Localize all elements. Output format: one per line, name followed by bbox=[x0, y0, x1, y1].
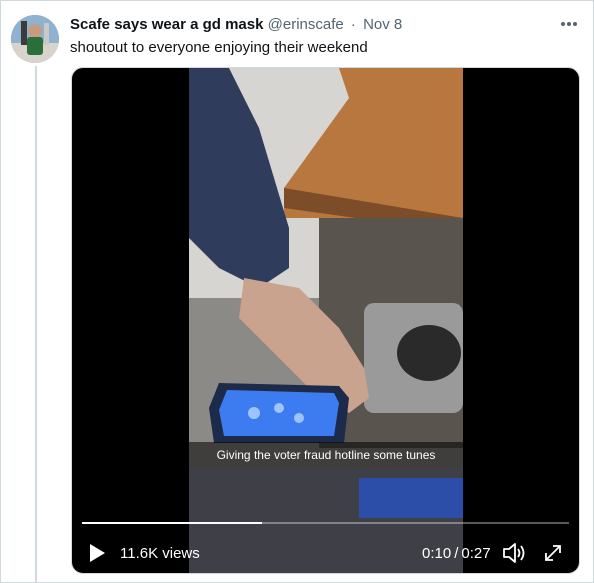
video-player[interactable]: Giving the voter fraud hotline some tune… bbox=[71, 67, 580, 574]
progress-bar[interactable] bbox=[82, 522, 569, 524]
time-total: 0:27 bbox=[461, 545, 491, 562]
play-icon[interactable] bbox=[86, 541, 108, 565]
thread-line bbox=[35, 66, 37, 583]
time-separator: / bbox=[454, 545, 459, 562]
separator-dot: · bbox=[350, 16, 356, 33]
video-caption: Giving the voter fraud hotline some tune… bbox=[189, 442, 463, 468]
volume-icon[interactable] bbox=[502, 541, 528, 565]
view-count: 11.6K views bbox=[120, 545, 200, 562]
tweet-date[interactable]: Nov 8 bbox=[363, 16, 402, 33]
author-handle[interactable]: @erinscafe bbox=[268, 16, 344, 33]
video-frame bbox=[189, 68, 463, 573]
playback-time: 0:10/0:27 bbox=[422, 544, 491, 564]
time-current: 0:10 bbox=[422, 545, 452, 562]
tweet-text: shoutout to everyone enjoying their week… bbox=[70, 39, 368, 56]
avatar[interactable] bbox=[11, 15, 59, 63]
more-horizontal-icon[interactable] bbox=[556, 14, 582, 34]
fullscreen-icon[interactable] bbox=[542, 542, 564, 564]
progress-fill bbox=[82, 522, 263, 524]
tweet-header: Scafe says wear a gd mask @erinscafe · N… bbox=[70, 15, 402, 35]
author-name[interactable]: Scafe says wear a gd mask bbox=[70, 16, 263, 33]
